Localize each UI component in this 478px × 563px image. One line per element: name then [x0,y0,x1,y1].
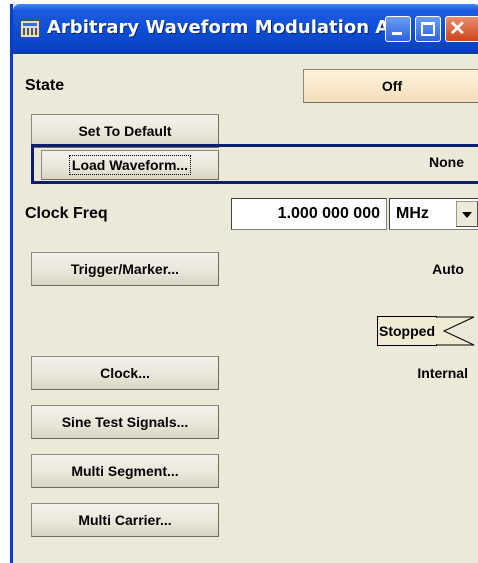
trigger-status-indicator: Stopped [377,316,437,346]
title-bar[interactable]: Arbitrary Waveform Modulation A ✕ [13,4,478,54]
state-button[interactable]: Off [303,69,478,103]
clock-freq-unit-select[interactable]: MHz [389,198,478,230]
clock-freq-label: Clock Freq [25,205,108,222]
minimize-icon [392,32,402,35]
load-waveform-label: Load Waveform... [68,155,192,175]
load-waveform-button[interactable]: Load Waveform... [41,150,219,180]
minimize-button[interactable] [385,16,411,42]
clock-freq-unit: MHz [396,205,429,222]
maximize-button[interactable] [415,16,441,42]
close-button[interactable]: ✕ [445,16,478,42]
set-to-default-button[interactable]: Set To Default [31,114,219,148]
signal-generator-icon [20,20,40,38]
trigger-mode-value: Auto [432,261,464,277]
clock-source-value: Internal [417,365,468,381]
trigger-marker-button[interactable]: Trigger/Marker... [31,252,219,286]
multi-segment-button[interactable]: Multi Segment... [31,454,219,488]
chevron-down-icon[interactable] [456,201,478,227]
clock-button[interactable]: Clock... [31,356,219,390]
sine-test-signals-button[interactable]: Sine Test Signals... [31,405,219,439]
status-pointer-icon [436,316,475,346]
window-title: Arbitrary Waveform Modulation A [47,17,390,38]
waveform-file-value: None [429,154,464,170]
clock-freq-input[interactable]: 1.000 000 000 [231,198,387,230]
arb-modulation-window: Arbitrary Waveform Modulation A ✕ State … [10,4,478,563]
maximize-icon [421,22,435,36]
multi-carrier-button[interactable]: Multi Carrier... [31,503,219,537]
close-icon: ✕ [449,18,466,40]
state-label: State [25,77,65,94]
